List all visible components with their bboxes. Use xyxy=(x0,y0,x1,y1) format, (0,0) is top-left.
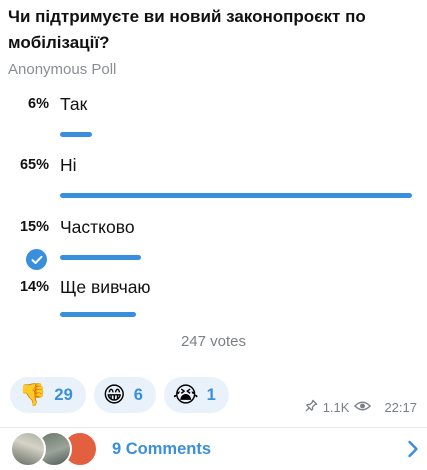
reaction-count: 6 xyxy=(133,385,143,404)
avatar xyxy=(10,431,46,467)
reaction-count: 29 xyxy=(54,385,73,404)
poll-option-3[interactable]: 14% Ще вивчаю xyxy=(0,277,427,339)
message-meta: 1.1K 22:17 xyxy=(305,399,417,415)
eye-icon xyxy=(354,400,372,415)
comments-label: 9 Comments xyxy=(112,440,212,458)
option-percent: 14% xyxy=(19,279,49,295)
commenter-avatars xyxy=(10,431,100,467)
poll-question: Чи підтримуєте ви новий законопроєкт по … xyxy=(8,7,366,52)
poll-option-1[interactable]: 65% Ні xyxy=(0,155,427,217)
option-percent: 6% xyxy=(28,96,49,112)
poll-option-2[interactable]: 15% Частково xyxy=(0,217,427,279)
option-label: Так xyxy=(60,94,88,114)
view-count: 1.1K xyxy=(322,399,350,415)
thumbs-down-icon: 👎 xyxy=(19,382,47,407)
message-time: 22:17 xyxy=(384,399,417,415)
option-result-bar xyxy=(60,312,136,317)
option-result-bar xyxy=(60,193,412,198)
vote-count: 247 votes xyxy=(180,333,247,350)
comments-row[interactable]: 9 Comments xyxy=(0,428,427,470)
poll-option-0[interactable]: 6% Так xyxy=(0,94,427,156)
option-label: Ще вивчаю xyxy=(60,277,151,297)
option-result-bar xyxy=(60,132,92,137)
reactions-bar: 👎 29 😁 6 😭 1 xyxy=(10,377,229,413)
option-percent: 65% xyxy=(19,157,49,173)
grinning-face-icon: 😁 xyxy=(102,382,126,407)
chevron-right-icon xyxy=(407,440,419,463)
pin-icon xyxy=(305,399,318,415)
poll-type-label: Anonymous Poll xyxy=(8,61,117,78)
reaction-grin[interactable]: 😁 6 xyxy=(93,377,156,413)
option-result-bar xyxy=(60,255,141,260)
reaction-cry[interactable]: 😭 1 xyxy=(163,377,229,413)
crying-face-icon: 😭 xyxy=(172,382,199,407)
reaction-count: 1 xyxy=(206,385,216,404)
option-label: Ні xyxy=(60,155,77,175)
option-label: Частково xyxy=(60,217,135,237)
reaction-thumbs-down[interactable]: 👎 29 xyxy=(10,377,86,413)
voted-check-icon xyxy=(26,249,47,270)
option-percent: 15% xyxy=(19,219,49,235)
